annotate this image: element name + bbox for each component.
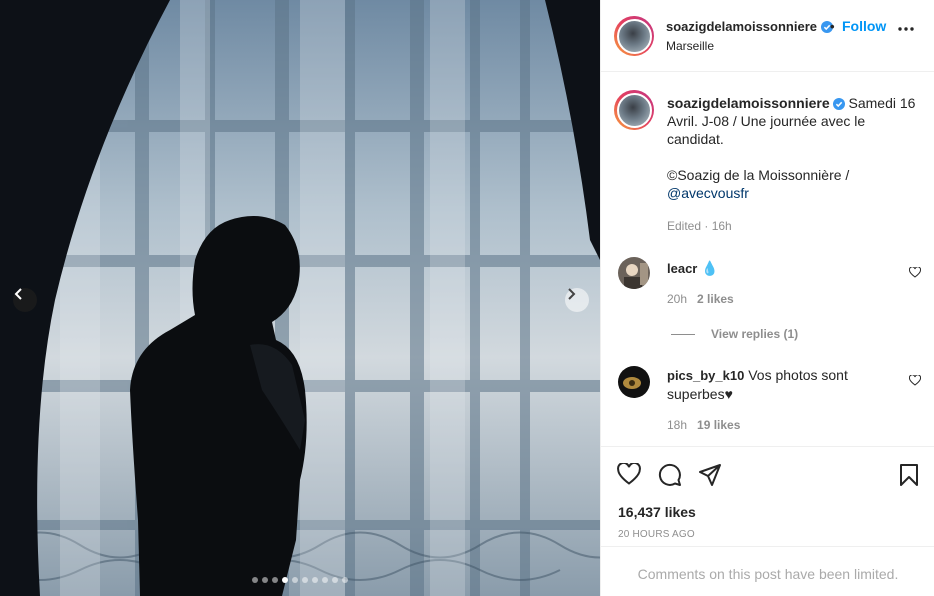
post-actions: 16,437 likes 20 HOURS AGO <box>601 446 934 546</box>
carousel-dot <box>272 577 278 583</box>
heart-icon[interactable] <box>909 267 921 278</box>
caption-username[interactable]: soazigdelamoissonniere <box>667 95 830 111</box>
carousel-dot <box>292 577 298 583</box>
post-header: soazigdelamoissonniere • Follow Marseill… <box>601 0 934 72</box>
author-username[interactable]: soazigdelamoissonniere <box>666 19 817 34</box>
post-time-ago[interactable]: 20 HOURS AGO <box>618 529 695 540</box>
caption-credit: ©Soazig de la Moissonnière / <box>667 167 850 183</box>
comment-time[interactable]: 18h <box>667 418 687 432</box>
commenter-username[interactable]: leacr <box>667 261 697 276</box>
comments-limited-notice: Comments on this post have been limited. <box>601 546 934 596</box>
comment-time[interactable]: 20h <box>667 292 687 306</box>
caption-author-avatar[interactable] <box>614 90 654 130</box>
carousel-dot <box>332 577 338 583</box>
post-image[interactable] <box>0 0 600 596</box>
view-replies-label: View replies (1) <box>711 327 799 341</box>
carousel-dot <box>252 577 258 583</box>
comment-text: 💧 <box>701 260 719 276</box>
commenter-avatar[interactable] <box>618 366 650 398</box>
post-photo <box>0 0 600 596</box>
bookmark-icon[interactable] <box>899 463 919 487</box>
follow-button[interactable]: Follow <box>842 18 886 34</box>
likes-count[interactable]: 16,437 likes <box>618 504 696 520</box>
carousel-dot <box>342 577 348 583</box>
heart-icon[interactable] <box>909 375 921 386</box>
carousel-dot <box>312 577 318 583</box>
header-separator: • <box>830 19 835 34</box>
comment-icon[interactable] <box>658 463 682 487</box>
commenter-avatar[interactable] <box>618 257 650 289</box>
post-side-panel: soazigdelamoissonniere • Follow Marseill… <box>600 0 934 596</box>
previous-image-button[interactable] <box>13 288 37 312</box>
comment-likes[interactable]: 2 likes <box>697 292 734 306</box>
chevron-right-icon <box>568 288 576 300</box>
carousel-dot <box>282 577 288 583</box>
author-avatar[interactable] <box>614 16 654 56</box>
like-heart-icon[interactable] <box>617 463 641 485</box>
carousel-dot <box>262 577 268 583</box>
next-image-button[interactable] <box>565 288 589 312</box>
comment-likes[interactable]: 19 likes <box>697 418 740 432</box>
caption-edited-time: Edited · 16h <box>667 219 732 233</box>
verified-badge-icon <box>832 98 845 110</box>
more-options-icon[interactable] <box>897 26 915 32</box>
caption-mention-link[interactable]: @avecvousfr <box>667 185 749 201</box>
commenter-username[interactable]: pics_by_k10 <box>667 368 744 383</box>
chevron-left-icon <box>14 288 22 300</box>
replies-divider <box>671 334 695 336</box>
view-replies-button[interactable]: View replies (1) <box>671 327 798 341</box>
share-icon[interactable] <box>698 463 722 487</box>
carousel-indicator <box>252 577 348 583</box>
post-location[interactable]: Marseille <box>666 39 714 53</box>
carousel-dot <box>322 577 328 583</box>
carousel-dot <box>302 577 308 583</box>
